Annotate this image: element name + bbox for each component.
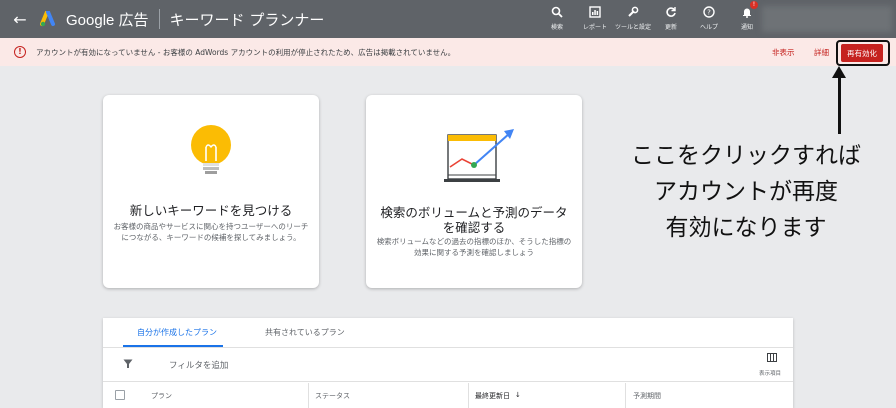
- column-divider: [625, 383, 626, 408]
- plan-tabs: 自分が作成したプラン 共有されているプラン: [103, 318, 793, 348]
- report-label: レポート: [582, 24, 607, 31]
- help-label: ヘルプ: [699, 24, 718, 31]
- arrow-left-icon[interactable]: ←: [8, 10, 32, 29]
- annotation-arrow-line: [838, 76, 841, 134]
- search-icon: [549, 4, 565, 20]
- tab-my-plans[interactable]: 自分が作成したプラン: [137, 327, 217, 338]
- account-info-blurred[interactable]: [762, 6, 892, 32]
- top-bar: ← Google 広告 キーワード プランナー 検索 レポート ツールと設定 更…: [0, 0, 896, 38]
- help-icon: ?: [701, 4, 717, 20]
- annotation-line-1: ここをクリックすれば: [631, 143, 861, 169]
- columns-label[interactable]: 表示項目: [759, 369, 781, 377]
- alert-circle-icon: !: [14, 46, 26, 58]
- plans-panel: 自分が作成したプラン 共有されているプラン フィルタを追加 表示項目 プラン ス…: [103, 318, 793, 408]
- search-button[interactable]: 検索: [538, 4, 576, 31]
- help-button[interactable]: ? ヘルプ: [690, 4, 728, 31]
- google-ads-logo: [40, 10, 60, 27]
- card-title: 新しいキーワードを見つける: [129, 203, 293, 218]
- refresh-label: 更新: [664, 24, 677, 31]
- refresh-button[interactable]: 更新: [652, 4, 690, 31]
- select-all-checkbox[interactable]: [115, 390, 125, 400]
- report-button[interactable]: レポート: [576, 4, 614, 31]
- notifications-label: 通知: [740, 24, 753, 31]
- annotation-line-3: 有効になります: [665, 215, 827, 241]
- column-plan[interactable]: プラン: [151, 391, 172, 401]
- filter-icon[interactable]: [123, 359, 133, 372]
- search-label: 検索: [550, 24, 563, 31]
- columns-icon[interactable]: [767, 353, 777, 365]
- notification-badge: !: [750, 1, 758, 9]
- active-tab-indicator: [123, 345, 223, 347]
- page-title: キーワード プランナー: [169, 10, 325, 29]
- report-icon: [587, 4, 603, 20]
- add-filter-input[interactable]: フィルタを追加: [169, 359, 228, 371]
- tab-shared-plans[interactable]: 共有されているプラン: [265, 327, 345, 338]
- reactivate-highlight-box: [836, 40, 890, 66]
- column-last-updated[interactable]: 最終更新日: [475, 391, 510, 401]
- toolbar: 検索 レポート ツールと設定 更新 ? ヘルプ ! 通知: [538, 1, 766, 31]
- divider: [158, 9, 160, 29]
- svg-text:?: ?: [707, 9, 711, 17]
- column-forecast-period[interactable]: 予測期間: [633, 391, 661, 401]
- lightbulb-icon: [187, 123, 235, 183]
- tools-settings-button[interactable]: ツールと設定: [614, 4, 652, 31]
- refresh-icon: [663, 4, 679, 20]
- trend-chart-icon: [434, 125, 522, 189]
- notifications-button[interactable]: ! 通知: [728, 1, 766, 31]
- column-divider: [308, 383, 309, 408]
- brand-name: Google 広告: [66, 11, 149, 29]
- card-description: お客様の商品やサービスに関心を持つユーザーへのリーチにつながる、キーワードの候補…: [113, 222, 309, 242]
- annotation-line-2: アカウントが再度: [654, 179, 838, 205]
- find-keywords-card[interactable]: 新しいキーワードを見つける お客様の商品やサービスに関心を持つユーザーへのリーチ…: [103, 95, 319, 288]
- wrench-icon: [625, 4, 641, 20]
- card-title: 検索のボリュームと予測のデータを確認する: [380, 205, 568, 235]
- detail-link[interactable]: 詳細: [814, 47, 829, 58]
- search-volume-card[interactable]: 検索のボリュームと予測のデータを確認する 検索ボリュームなどの過去の指標のほか、…: [366, 95, 582, 288]
- account-alert-banner: ! アカウントが有効になっていません - お客様の AdWords アカウントの…: [0, 38, 896, 66]
- tools-settings-label: ツールと設定: [614, 24, 651, 31]
- hide-link[interactable]: 非表示: [772, 47, 795, 58]
- table-header-row: プラン ステータス 最終更新日 ↓ 予測期間: [103, 383, 793, 408]
- alert-message: アカウントが有効になっていません - お客様の AdWords アカウントの利用…: [36, 47, 456, 57]
- column-divider: [468, 383, 469, 408]
- card-description: 検索ボリュームなどの過去の指標のほか、そうした指標の効果に関する予測を確認しまし…: [376, 237, 572, 257]
- column-status[interactable]: ステータス: [315, 391, 350, 401]
- sort-arrow-icon[interactable]: ↓: [515, 391, 521, 399]
- filter-row: フィルタを追加 表示項目: [103, 349, 793, 382]
